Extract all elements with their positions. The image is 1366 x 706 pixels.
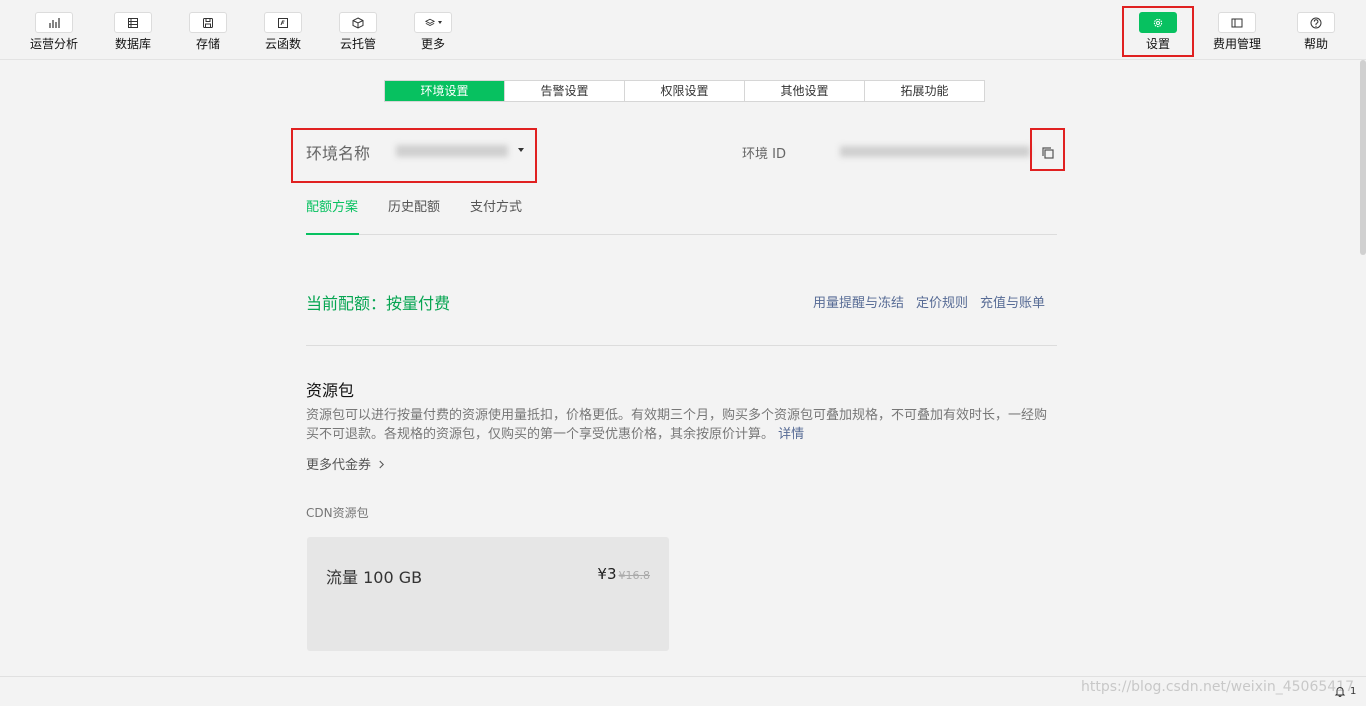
tab-alert-settings[interactable]: 告警设置 bbox=[505, 81, 625, 101]
details-link[interactable]: 详情 bbox=[778, 427, 804, 442]
toolbar-label: 存储 bbox=[195, 37, 220, 51]
toolbar-label: 云函数 bbox=[264, 37, 301, 51]
toolbar-more[interactable]: 更多 bbox=[393, 8, 473, 56]
toolbar-label: 云托管 bbox=[339, 37, 376, 51]
toolbar-functions[interactable]: 云函数 bbox=[243, 8, 323, 56]
database-icon bbox=[114, 12, 152, 33]
cdn-pack-label: CDN资源包 bbox=[306, 506, 369, 520]
card-title: 流量 100 GB bbox=[326, 568, 423, 587]
more-coupons-link[interactable]: 更多代金券 bbox=[306, 454, 385, 473]
copy-highlight-box bbox=[1030, 128, 1065, 171]
function-icon bbox=[264, 12, 302, 33]
toolbar-cloud-hosting[interactable]: 云托管 bbox=[318, 8, 398, 56]
storage-icon bbox=[189, 12, 227, 33]
watermark: https://blog.csdn.net/weixin_45065417 bbox=[1080, 679, 1354, 695]
chevron-right-icon bbox=[379, 460, 385, 469]
main-tab-bar: 环境设置 告警设置 权限设置 其他设置 拓展功能 bbox=[384, 80, 985, 102]
toolbar-database[interactable]: 数据库 bbox=[93, 8, 173, 56]
env-id-label: 环境 ID bbox=[742, 147, 786, 162]
usage-alert-link[interactable]: 用量提醒与冻结 bbox=[813, 292, 904, 311]
bar-chart-icon bbox=[35, 12, 73, 33]
cdn-pack-card[interactable]: 流量 100 GB ¥3 ¥16.8 bbox=[307, 537, 669, 651]
recharge-billing-link[interactable]: 充值与账单 bbox=[980, 292, 1045, 311]
current-quota: 当前配额：按量付费 bbox=[306, 294, 451, 313]
price-current: ¥3 bbox=[597, 565, 617, 583]
coupon-label: 更多代金券 bbox=[306, 458, 372, 473]
cube-icon bbox=[339, 12, 377, 33]
toolbar-label: 更多 bbox=[420, 37, 445, 51]
card-price: ¥3 ¥16.8 bbox=[597, 565, 650, 583]
billing-icon bbox=[1218, 12, 1256, 33]
toolbar-analytics[interactable]: 运营分析 bbox=[14, 8, 94, 56]
env-id-value bbox=[840, 146, 1030, 157]
settings-highlight-box bbox=[1122, 6, 1194, 57]
quota-subtabs: 配额方案 历史配额 支付方式 bbox=[306, 196, 1057, 235]
resource-pack-description: 资源包可以进行按量付费的资源使用量抵扣，价格更低。有效期三个月，购买多个资源包可… bbox=[306, 406, 1058, 444]
layers-icon bbox=[414, 12, 452, 33]
help-icon bbox=[1297, 12, 1335, 33]
toolbar-help[interactable]: 帮助 bbox=[1276, 8, 1356, 56]
divider bbox=[306, 345, 1057, 346]
notification-count: 1 bbox=[1350, 686, 1357, 697]
toolbar-label: 费用管理 bbox=[1212, 37, 1261, 51]
description-text: 资源包可以进行按量付费的资源使用量抵扣，价格更低。有效期三个月，购买多个资源包可… bbox=[306, 408, 1048, 442]
bell-icon[interactable] bbox=[1334, 685, 1346, 697]
subtab-quota-history[interactable]: 历史配额 bbox=[388, 196, 440, 233]
quota-links: 用量提醒与冻结 定价规则 充值与账单 bbox=[813, 292, 1045, 311]
price-original: ¥16.8 bbox=[618, 569, 651, 582]
toolbar-storage[interactable]: 存储 bbox=[168, 8, 248, 56]
tab-extensions[interactable]: 拓展功能 bbox=[865, 81, 984, 101]
env-name-highlight-box bbox=[291, 128, 537, 183]
tab-other-settings[interactable]: 其他设置 bbox=[745, 81, 865, 101]
toolbar-label: 帮助 bbox=[1303, 37, 1328, 51]
tab-permission-settings[interactable]: 权限设置 bbox=[625, 81, 745, 101]
toolbar-label: 数据库 bbox=[114, 37, 151, 51]
toolbar-label: 运营分析 bbox=[29, 37, 78, 51]
subtab-payment-method[interactable]: 支付方式 bbox=[470, 196, 522, 233]
subtab-quota-plan[interactable]: 配额方案 bbox=[306, 196, 359, 235]
resource-pack-title: 资源包 bbox=[306, 381, 355, 400]
tab-env-settings[interactable]: 环境设置 bbox=[385, 81, 505, 101]
pricing-rules-link[interactable]: 定价规则 bbox=[916, 292, 968, 311]
chevron-down-icon bbox=[437, 21, 442, 24]
scrollbar[interactable] bbox=[1360, 60, 1366, 255]
toolbar-billing[interactable]: 费用管理 bbox=[1197, 8, 1277, 56]
